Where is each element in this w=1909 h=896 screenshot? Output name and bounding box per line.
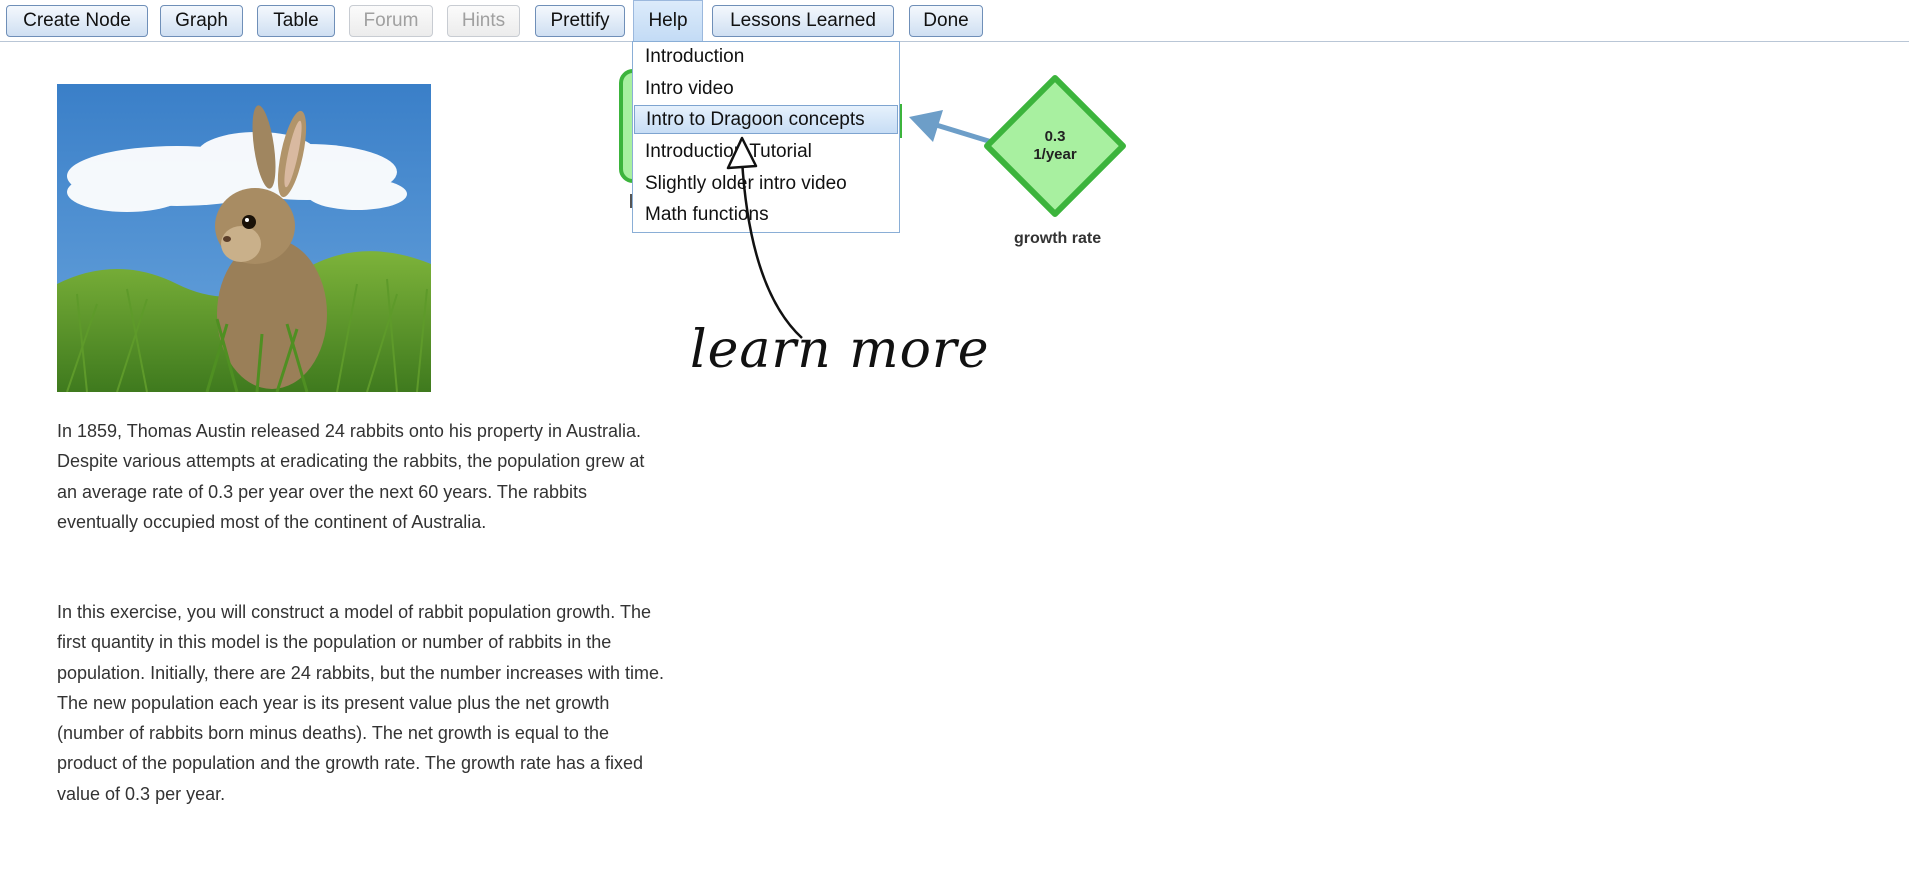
graph-button[interactable]: Graph [160, 5, 243, 37]
help-button[interactable]: Help [633, 0, 703, 41]
done-button[interactable]: Done [909, 5, 983, 37]
hints-button[interactable]: Hints [447, 5, 520, 37]
toolbar: Create Node Graph Table Forum Hints Pret… [0, 0, 1909, 42]
rabbit-photo [57, 84, 431, 392]
annotation-arrow [726, 136, 803, 339]
prettify-button[interactable]: Prettify [535, 5, 625, 37]
problem-paragraph-1: In 1859, Thomas Austin released 24 rabbi… [57, 421, 645, 532]
growth-rate-value: 0.3 [1045, 128, 1066, 145]
growth-rate-node[interactable]: 0.3 1/year [983, 74, 1127, 218]
forum-button[interactable]: Forum [349, 5, 433, 37]
learn-more-annotation: learn more [690, 320, 990, 380]
growth-rate-label: growth rate [1014, 230, 1102, 247]
lessons-learned-button[interactable]: Lessons Learned [712, 5, 894, 37]
table-button[interactable]: Table [257, 5, 335, 37]
growth-rate-unit: 1/year [1033, 146, 1077, 163]
create-node-button[interactable]: Create Node [6, 5, 148, 37]
menu-item-intro-video[interactable]: Intro video [634, 74, 898, 103]
problem-paragraph-2: In this exercise, you will construct a m… [57, 602, 664, 804]
menu-item-introduction[interactable]: Introduction [634, 42, 898, 71]
